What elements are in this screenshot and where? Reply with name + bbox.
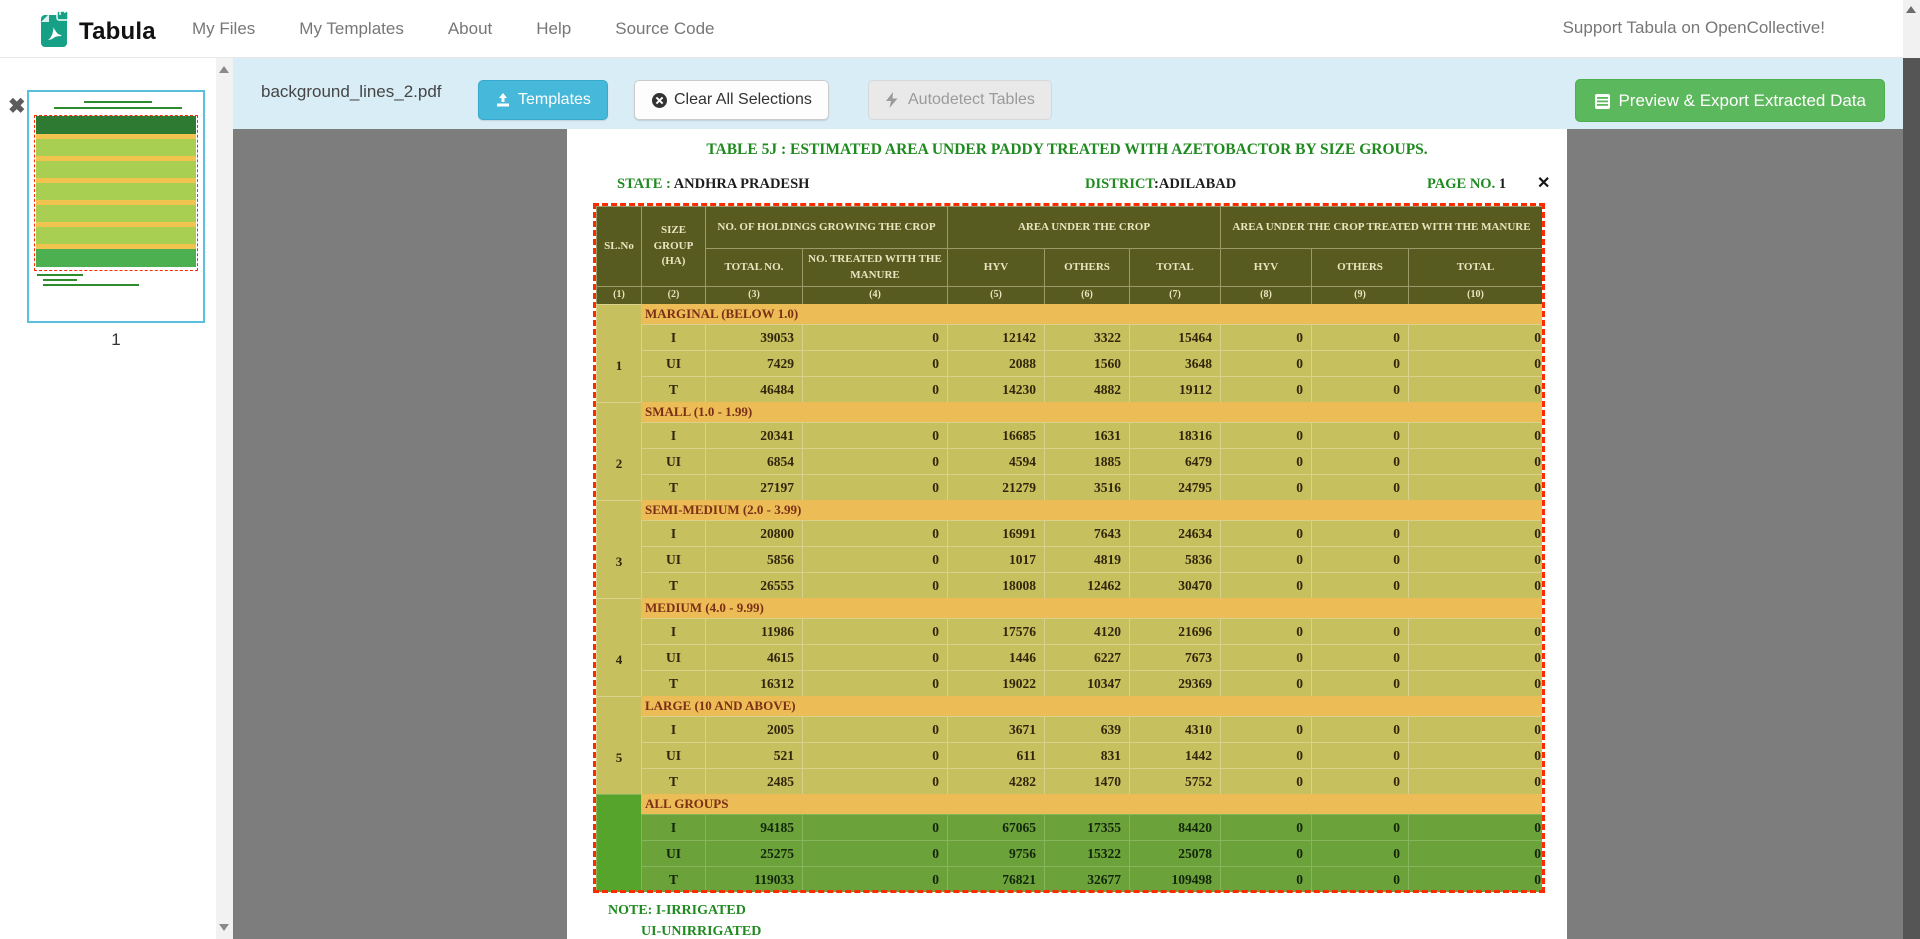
page-thumbnail[interactable] [27, 90, 205, 323]
autodetect-tables-button[interactable]: Autodetect Tables [868, 80, 1052, 120]
sidebar-scroll-down-icon[interactable] [219, 924, 229, 931]
pdf-viewer: TABLE 5J : ESTIMATED AREA UNDER PADDY TR… [233, 129, 1903, 939]
main-nav: My Files My Templates About Help Source … [192, 0, 714, 58]
pdf-page[interactable]: TABLE 5J : ESTIMATED AREA UNDER PADDY TR… [567, 129, 1567, 939]
table-list-icon [1594, 93, 1610, 109]
table-selection[interactable] [593, 203, 1545, 893]
open-filename: background_lines_2.pdf [261, 82, 442, 102]
clear-button-label: Clear All Selections [674, 91, 812, 109]
sidebar-scrollbar[interactable] [216, 58, 233, 939]
nav-my-files[interactable]: My Files [192, 19, 255, 39]
templates-button[interactable]: Templates [478, 80, 608, 120]
thumbnail-page-number: 1 [27, 330, 205, 350]
nav-my-templates[interactable]: My Templates [299, 19, 404, 39]
doc-district: DISTRICT:ADILABAD [1085, 176, 1236, 193]
autodetect-button-label: Autodetect Tables [908, 91, 1035, 109]
doc-note-2: UI-UNIRRIGATED [641, 924, 761, 939]
remove-page-icon[interactable]: ✖ [8, 96, 26, 117]
doc-state: STATE : ANDHRA PRADESH [617, 176, 809, 193]
nav-about[interactable]: About [448, 19, 492, 39]
bolt-icon [885, 92, 901, 108]
support-link[interactable]: Support Tabula on OpenCollective! [1563, 18, 1825, 38]
main-scrollbar[interactable] [1903, 0, 1920, 939]
nav-help[interactable]: Help [536, 19, 571, 39]
toolbar: background_lines_2.pdf Templates Clear A… [233, 58, 1903, 129]
tabula-logo-icon [40, 10, 70, 53]
templates-button-label: Templates [518, 91, 591, 109]
preview-export-button[interactable]: Preview & Export Extracted Data [1575, 79, 1885, 122]
main-scroll-up-icon[interactable] [1906, 6, 1916, 13]
brand-name: Tabula [79, 18, 156, 46]
top-navbar: Tabula My Files My Templates About Help … [0, 0, 1920, 58]
thumb-table [36, 116, 196, 268]
nav-source-code[interactable]: Source Code [615, 19, 714, 39]
doc-note-1: NOTE: I-IRRIGATED [608, 903, 746, 919]
sidebar-scroll-up-icon[interactable] [219, 66, 229, 73]
clear-all-selections-button[interactable]: Clear All Selections [634, 80, 829, 120]
main-scroll-thumb[interactable] [1903, 58, 1920, 939]
brand[interactable]: Tabula [40, 10, 156, 53]
thumbnail-sidebar: ✖ 1 [0, 58, 233, 939]
export-button-label: Preview & Export Extracted Data [1618, 91, 1866, 111]
selection-close-icon[interactable]: ✕ [1537, 173, 1550, 193]
doc-title: TABLE 5J : ESTIMATED AREA UNDER PADDY TR… [567, 141, 1567, 159]
thumb-title-line [84, 101, 152, 103]
thumb-selection-outline [34, 115, 198, 271]
thumb-subtitle-line [54, 107, 182, 109]
circle-x-icon [651, 92, 667, 108]
doc-page-no: PAGE NO. 1 [1427, 176, 1506, 193]
upload-icon [495, 92, 511, 108]
